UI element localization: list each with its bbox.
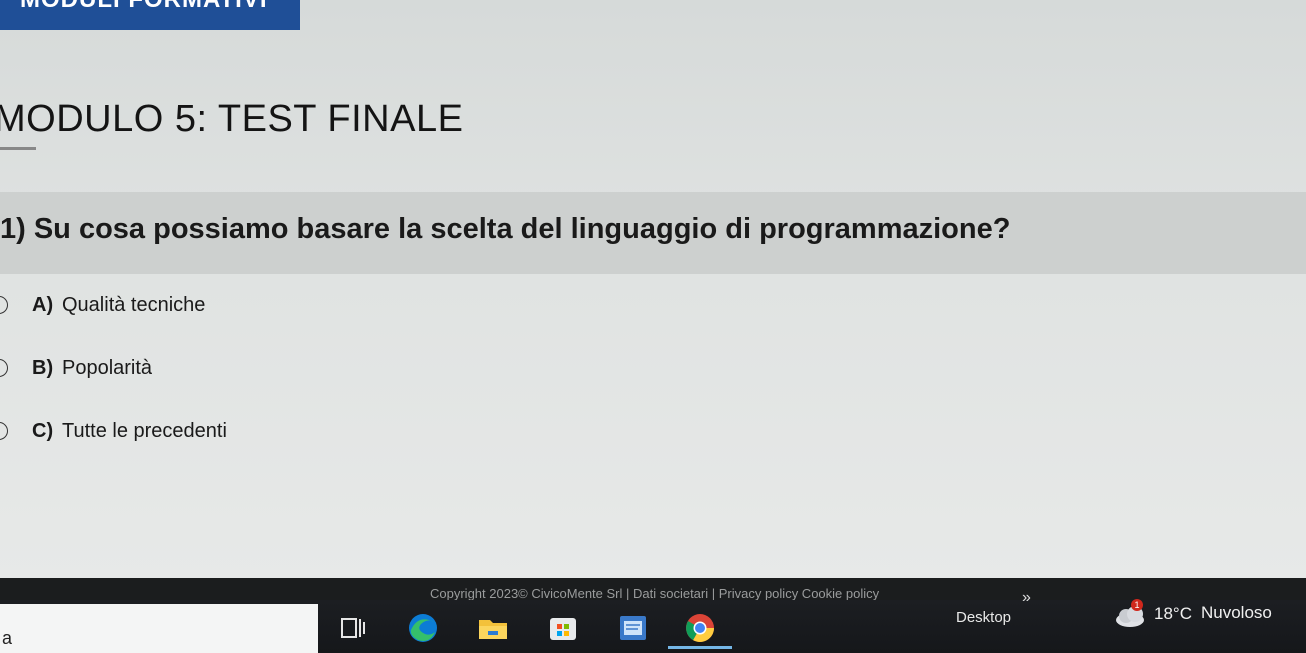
edge-icon[interactable] bbox=[406, 612, 440, 644]
file-explorer-icon[interactable] bbox=[476, 612, 510, 644]
search-value: a bbox=[2, 628, 13, 648]
option-label: Qualità tecniche bbox=[62, 293, 206, 316]
footer-text: Copyright 2023© CivicoMente Srl | Dati s… bbox=[430, 586, 880, 601]
store-icon[interactable] bbox=[546, 612, 580, 644]
modules-tab[interactable]: MODULI FORMATIVI bbox=[0, 0, 300, 30]
title-underline bbox=[0, 147, 36, 150]
option-label: Tutte le precedenti bbox=[62, 419, 227, 442]
toolbar-overflow-chevron[interactable]: » bbox=[1022, 589, 1031, 607]
notes-app-icon[interactable] bbox=[616, 612, 650, 644]
weather-cloud-icon[interactable]: 1 bbox=[1114, 598, 1150, 630]
option-label: Popolarità bbox=[62, 356, 153, 379]
weather-condition: Nuvoloso bbox=[1201, 603, 1272, 622]
task-view-icon[interactable] bbox=[336, 612, 370, 644]
option-letter: A) bbox=[32, 293, 54, 316]
taskbar-search-input[interactable]: a bbox=[0, 604, 318, 653]
page-background bbox=[0, 0, 1306, 580]
option-letter: C) bbox=[32, 419, 54, 442]
question-text: 1) Su cosa possiamo basare la scelta del… bbox=[0, 213, 1011, 245]
weather-badge: 1 bbox=[1134, 600, 1139, 610]
active-app-indicator bbox=[668, 646, 732, 649]
chrome-icon[interactable] bbox=[683, 612, 717, 644]
desktop-toolbar-label[interactable]: Desktop bbox=[956, 609, 1011, 626]
option-letter: B) bbox=[32, 356, 54, 379]
temperature: 18°C bbox=[1154, 604, 1192, 623]
page-title: MODULO 5: TEST FINALE bbox=[0, 98, 464, 140]
modules-tab-label: MODULI FORMATIVI bbox=[20, 0, 268, 14]
